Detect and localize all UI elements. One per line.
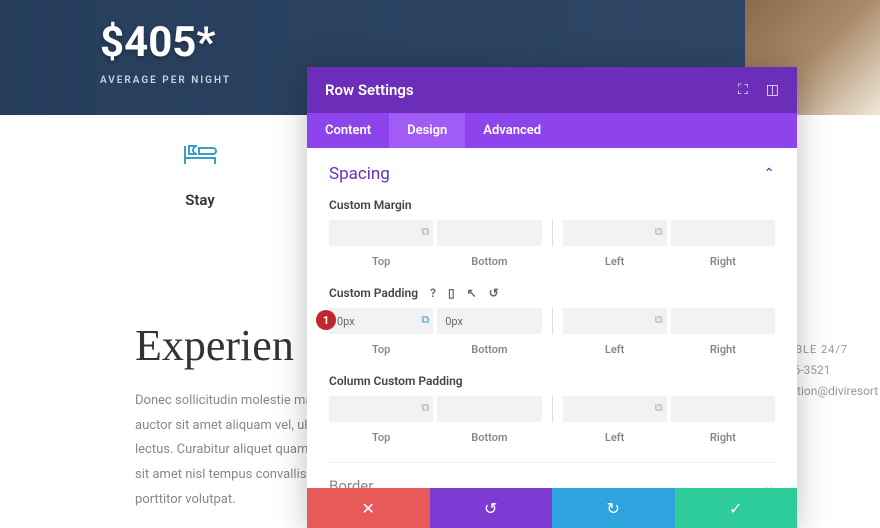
padding-right-input[interactable] xyxy=(671,308,775,334)
margin-top-input[interactable] xyxy=(329,220,433,246)
margin-right-input[interactable] xyxy=(671,220,775,246)
colpad-right-input[interactable] xyxy=(671,396,775,422)
margin-left-input[interactable] xyxy=(563,220,667,246)
link-icon[interactable]: ⧉ xyxy=(421,313,429,327)
column-padding-inputs: ⧉ ⧉ xyxy=(329,396,775,422)
modal-body: Spacing ⌃ Custom Margin ⧉ ⧉ Top Bottom L… xyxy=(307,148,797,488)
custom-padding-label: Custom Padding ? ▯ ↖ ↺ xyxy=(329,286,775,300)
margin-bottom-input[interactable] xyxy=(437,220,541,246)
chevron-up-icon: ⌃ xyxy=(763,166,775,182)
modal-header: Row Settings ⛶ ◫ xyxy=(307,67,797,113)
link-icon[interactable]: ⧉ xyxy=(421,401,429,415)
tab-design[interactable]: Design xyxy=(389,113,465,148)
col-label-bottom: Bottom xyxy=(437,250,541,282)
bed-icon xyxy=(100,140,300,173)
col-label-right: Right xyxy=(671,250,775,282)
padding-bottom-input[interactable] xyxy=(437,308,541,334)
snap-icon[interactable]: ◫ xyxy=(766,82,779,98)
colpad-left-input[interactable] xyxy=(563,396,667,422)
col-label-left: Left xyxy=(563,426,667,458)
col-label-bottom: Bottom xyxy=(437,338,541,370)
spacing-label: Spacing xyxy=(329,164,390,184)
colpad-bottom-input[interactable] xyxy=(437,396,541,422)
link-icon[interactable]: ⧉ xyxy=(655,401,663,415)
col-label-bottom: Bottom xyxy=(437,426,541,458)
col-label-top: Top xyxy=(329,250,433,282)
undo-button[interactable]: ↺ xyxy=(430,488,553,528)
margin-inputs: ⧉ ⧉ xyxy=(329,220,775,246)
link-icon[interactable]: ⧉ xyxy=(421,225,429,239)
col-label-right: Right xyxy=(671,426,775,458)
marker-1: 1 xyxy=(316,310,336,330)
expand-icon[interactable]: ⛶ xyxy=(738,82,748,98)
custom-margin-label: Custom Margin xyxy=(329,198,775,212)
colpad-top-input[interactable] xyxy=(329,396,433,422)
link-icon[interactable]: ⧉ xyxy=(655,313,663,327)
spacing-section-header[interactable]: Spacing ⌃ xyxy=(329,164,775,184)
link-icon[interactable]: ⧉ xyxy=(655,225,663,239)
stay-column: Stay xyxy=(100,115,300,209)
reset-icon[interactable]: ↺ xyxy=(489,286,499,300)
border-section-header[interactable]: Border ⌄ xyxy=(329,462,775,488)
col-label-left: Left xyxy=(563,250,667,282)
col-label-right: Right xyxy=(671,338,775,370)
col-label-top: Top xyxy=(329,338,433,370)
help-icon[interactable]: ? xyxy=(430,286,436,300)
save-button[interactable]: ✓ xyxy=(675,488,798,528)
row-settings-modal: Row Settings ⛶ ◫ Content Design Advanced… xyxy=(307,67,797,528)
responsive-icon[interactable]: ▯ xyxy=(448,286,455,300)
stay-label: Stay xyxy=(100,191,300,209)
tab-advanced[interactable]: Advanced xyxy=(465,113,559,148)
border-label: Border xyxy=(329,477,373,488)
padding-inputs: 1 ⧉ ⧉ xyxy=(329,308,775,334)
padding-top-input[interactable] xyxy=(329,308,433,334)
column-padding-label: Column Custom Padding xyxy=(329,374,775,388)
col-label-top: Top xyxy=(329,426,433,458)
discard-button[interactable]: ✕ xyxy=(307,488,430,528)
redo-button[interactable]: ↻ xyxy=(552,488,675,528)
modal-title: Row Settings xyxy=(325,81,414,99)
tabs: Content Design Advanced xyxy=(307,113,797,148)
chevron-down-icon: ⌄ xyxy=(762,477,775,488)
padding-left-input[interactable] xyxy=(563,308,667,334)
modal-footer: ✕ ↺ ↻ ✓ xyxy=(307,488,797,528)
tab-content[interactable]: Content xyxy=(307,113,389,148)
col-label-left: Left xyxy=(563,338,667,370)
hover-icon[interactable]: ↖ xyxy=(467,286,477,300)
